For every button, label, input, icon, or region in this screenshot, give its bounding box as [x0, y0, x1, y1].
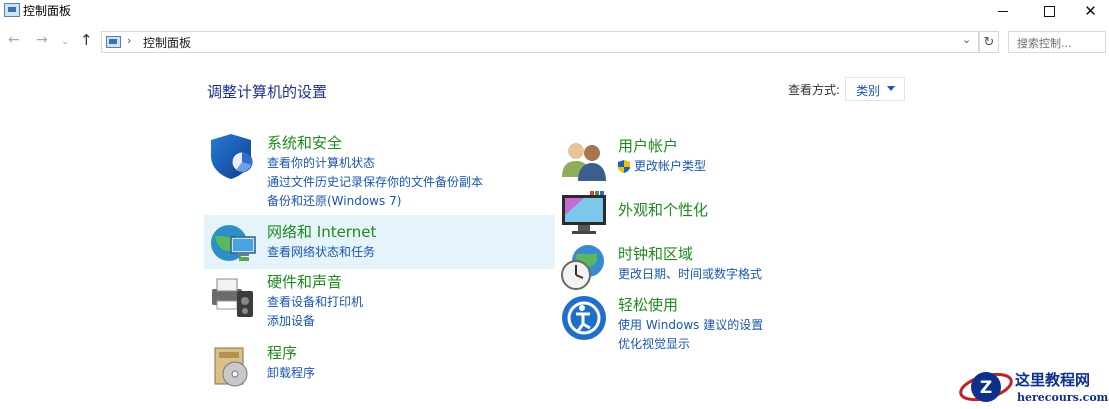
close-button[interactable]: ✕: [1072, 0, 1109, 22]
link-optimize-visual-display[interactable]: 优化视觉显示: [618, 335, 763, 354]
close-icon: ✕: [1084, 2, 1097, 20]
appearance-monitor-icon: [562, 191, 606, 234]
control-panel-icon: [106, 36, 121, 48]
programs-disc-icon: [214, 347, 248, 387]
title-bar: 控制面板 ✕: [0, 0, 1109, 22]
link-add-device[interactable]: 添加设备: [267, 312, 363, 331]
refresh-button[interactable]: ↻: [979, 31, 999, 53]
category-links: 卸载程序: [267, 364, 315, 383]
link-change-account-type[interactable]: 更改帐户类型: [618, 157, 706, 176]
view-by-dropdown[interactable]: 类别: [845, 77, 905, 101]
site-watermark: Z 这里教程网 herecours.com: [958, 364, 1109, 409]
printer-speaker-icon: [212, 278, 253, 317]
link-devices-printers[interactable]: 查看设备和打印机: [267, 293, 363, 312]
watermark-logo-letter: Z: [980, 378, 992, 398]
watermark-title: 这里教程网: [1015, 371, 1091, 389]
breadcrumb-item[interactable]: 控制面板: [143, 34, 191, 51]
link-label: 更改帐户类型: [634, 159, 707, 173]
category-links: 查看你的计算机状态 通过文件历史记录保存你的文件备份副本 备份和还原(Windo…: [267, 154, 483, 211]
link-check-computer-status[interactable]: 查看你的计算机状态: [267, 154, 483, 173]
back-arrow-icon[interactable]: ←: [8, 32, 20, 48]
minimize-icon: [998, 10, 1008, 12]
uac-shield-icon: [618, 160, 630, 173]
search-input[interactable]: 搜索控制...: [1008, 31, 1106, 53]
category-links: 使用 Windows 建议的设置 优化视觉显示: [618, 316, 763, 354]
link-network-status[interactable]: 查看网络状态和任务: [267, 243, 375, 262]
category-title[interactable]: 系统和安全: [267, 132, 342, 153]
category-links: 更改日期、时间或数字格式: [618, 265, 762, 284]
view-by-value: 类别: [856, 84, 881, 98]
category-title[interactable]: 外观和个性化: [618, 199, 708, 220]
minimize-button[interactable]: [980, 0, 1026, 22]
up-arrow-icon[interactable]: ↑: [80, 31, 93, 49]
category-title[interactable]: 网络和 Internet: [267, 221, 376, 242]
category-links: 更改帐户类型: [618, 157, 706, 176]
forward-arrow-icon[interactable]: →: [36, 32, 48, 48]
search-placeholder: 搜索控制...: [1017, 37, 1072, 50]
category-title[interactable]: 时钟和区域: [618, 243, 693, 264]
link-file-history[interactable]: 通过文件历史记录保存你的文件备份副本: [267, 173, 483, 192]
link-uninstall-program[interactable]: 卸载程序: [267, 364, 315, 383]
breadcrumb-separator-icon[interactable]: ›: [127, 34, 131, 47]
shield-icon: [211, 134, 253, 179]
caret-down-icon: [887, 86, 895, 91]
window-title: 控制面板: [23, 4, 72, 18]
category-title[interactable]: 轻松使用: [618, 294, 678, 315]
address-bar[interactable]: › 控制面板: [101, 31, 979, 53]
link-recommended-settings[interactable]: 使用 Windows 建议的设置: [618, 316, 763, 335]
network-globe-icon: [211, 225, 256, 261]
page-title: 调整计算机的设置: [207, 83, 328, 101]
navigation-bar: ← → ⌄ ↑ › 控制面板: [0, 30, 1109, 54]
address-dropdown-chevron-icon[interactable]: ⌄: [962, 33, 971, 46]
category-links: 查看网络状态和任务: [267, 243, 375, 262]
clock-globe-icon: [561, 245, 604, 290]
maximize-button[interactable]: [1026, 0, 1072, 22]
refresh-icon: ↻: [983, 34, 995, 50]
link-backup-restore[interactable]: 备份和还原(Windows 7): [267, 192, 483, 211]
category-title[interactable]: 硬件和声音: [267, 271, 342, 292]
category-title[interactable]: 程序: [267, 342, 297, 363]
category-title[interactable]: 用户帐户: [618, 135, 678, 156]
watermark-logo-icon: Z: [959, 372, 1013, 402]
ease-of-access-icon: [562, 296, 606, 340]
view-by-label: 查看方式:: [788, 83, 841, 97]
control-panel-icon: [4, 3, 20, 17]
user-accounts-icon: [562, 143, 606, 181]
recent-locations-chevron-icon[interactable]: ⌄: [61, 36, 69, 47]
category-links: 查看设备和打印机 添加设备: [267, 293, 363, 331]
watermark-url: herecours.com: [1017, 391, 1109, 404]
link-change-date-time-format[interactable]: 更改日期、时间或数字格式: [618, 265, 762, 284]
maximize-icon: [1043, 5, 1055, 17]
